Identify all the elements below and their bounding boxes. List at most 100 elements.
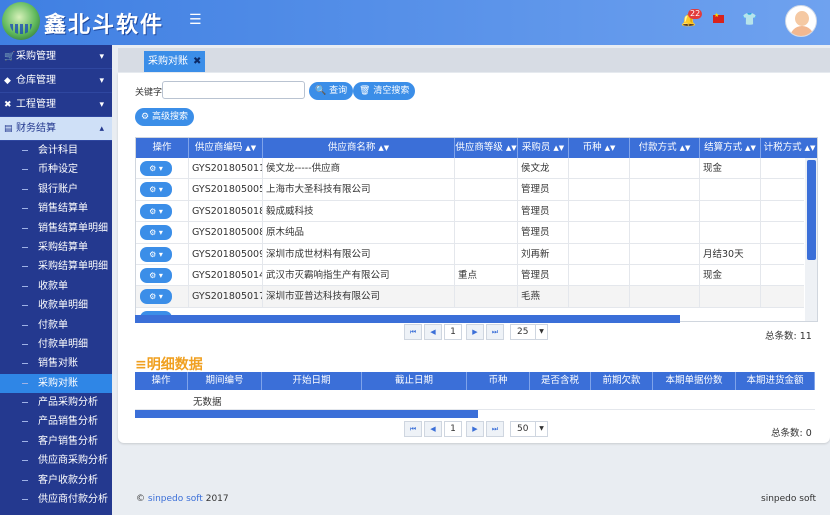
cell-buyer: 管理员 (518, 222, 569, 244)
col-header[interactable]: 付款方式 ▲▼ (630, 138, 700, 158)
cell-name: 上海市大圣科技有限公司 (263, 179, 455, 201)
prev-page-button[interactable]: ◀ (424, 421, 442, 437)
table-header: 操作 供应商编码 ▲▼ 供应商名称 ▲▼ 供应商等级 ▲▼ 采购员 ▲▼ 币种 ▲▼ 付款… (136, 138, 817, 158)
sidebar-item[interactable]: 会计科目 (0, 141, 112, 160)
cell-buyer: 刘再新 (518, 243, 569, 265)
cell-currency (569, 179, 630, 201)
cell-level (455, 200, 518, 222)
prev-page-button[interactable]: ◀ (424, 324, 442, 340)
sidebar-item[interactable]: 销售结算单 (0, 199, 112, 218)
detail-horizontal-scrollbar[interactable] (135, 410, 478, 418)
last-page-button[interactable]: ⏭ (486, 324, 504, 340)
sidebar-item[interactable]: 供应商付款分析 (0, 490, 112, 509)
col-header[interactable]: 采购员 ▲▼ (518, 138, 569, 158)
sidebar-item[interactable]: 收款单明细 (0, 296, 112, 315)
sort-icon: ▲▼ (378, 144, 390, 152)
col-header[interactable]: 供应商名称 ▲▼ (263, 138, 455, 158)
col-header: 期间编号 (188, 372, 262, 390)
trash-icon: 🗑 (359, 86, 371, 96)
cell-settlement: 月结30天 (700, 243, 761, 265)
sidebar-item[interactable]: 销售对账 (0, 354, 112, 373)
row-action-gear-button[interactable]: ⚙ ▾ (140, 225, 172, 241)
table-row[interactable]: ⚙ ▾ GYS201805005 上海市大圣科技有限公司 管理员 (136, 179, 804, 201)
chevron-down-icon: ▼ (535, 325, 547, 339)
col-header[interactable]: 结算方式 ▲▼ (700, 138, 761, 158)
vertical-scrollbar[interactable] (805, 158, 817, 321)
cell-buyer: 侯文龙 (518, 158, 569, 179)
row-action-gear-button[interactable]: ⚙ ▾ (140, 203, 172, 219)
next-page-button[interactable]: ▶ (466, 421, 484, 437)
sidebar-item[interactable]: 供应商采购分析 (0, 451, 112, 470)
page-size-select[interactable]: 50 ▼ (510, 421, 548, 437)
company-link[interactable]: sinpedo soft (148, 494, 203, 504)
sidebar-section-warehouse[interactable]: ◆ 仓库管理 ▾ (0, 69, 112, 93)
cell-code: GYS201805017 (189, 286, 263, 308)
wrench-icon: ✖ (4, 100, 12, 110)
keyword-input[interactable] (162, 81, 305, 99)
current-page[interactable]: 1 (444, 324, 462, 340)
sort-icon: ▲▼ (804, 144, 816, 152)
current-page[interactable]: 1 (444, 421, 462, 437)
col-header[interactable]: 币种 ▲▼ (569, 138, 630, 158)
table-row[interactable]: ⚙ ▾ GYS201805008 原木纯品 管理员 (136, 222, 804, 244)
sidebar-section-finance[interactable]: ▤ 财务结算 ▴ (0, 117, 112, 141)
menu-icon[interactable]: ☰ (189, 13, 205, 27)
empty-row: 无数据 (135, 390, 815, 410)
last-page-button[interactable]: ⏭ (486, 421, 504, 437)
sort-icon: ▲▼ (553, 144, 565, 152)
brand-title: 鑫北斗软件 (44, 13, 165, 38)
shirt-icon[interactable]: 👕 (742, 12, 757, 26)
sidebar-item[interactable]: 销售结算单明细 (0, 219, 112, 238)
table-row[interactable]: ⚙ ▾ GYS201805014 武汉市灭霸响指生产有限公司 重点 管理员 现金 (136, 265, 804, 287)
page-size-select[interactable]: 25 ▼ (510, 324, 548, 340)
sidebar-item-active[interactable]: 采购对账 (0, 373, 112, 394)
user-avatar[interactable] (785, 5, 817, 37)
sidebar-item[interactable]: 客户收款分析 (0, 471, 112, 490)
sidebar-item[interactable]: 采购结算单 (0, 238, 112, 257)
sidebar-item[interactable]: 产品销售分析 (0, 412, 112, 431)
table-row[interactable]: ⚙ ▾ GYS201805018 毅成威科技 管理员 (136, 200, 804, 223)
sidebar-item[interactable]: 采购结算单明细 (0, 257, 112, 276)
close-icon[interactable]: ✖ (193, 56, 201, 67)
table-row[interactable]: ⚙ ▾ GYS201805009 深圳市成世材料有限公司 刘再新 月结30天 (136, 243, 804, 265)
row-action-gear-button[interactable]: ⚙ ▾ (140, 246, 172, 262)
empty-text: 无数据 (193, 397, 222, 408)
col-header[interactable]: 供应商等级 ▲▼ (455, 138, 518, 158)
table-row[interactable]: ⚙ ▾ GYS201805011 侯文龙-----供应商 侯文龙 现金 (136, 158, 804, 180)
scrollbar-thumb[interactable] (807, 160, 816, 260)
col-header[interactable]: 供应商编码 ▲▼ (189, 138, 263, 158)
sidebar-item[interactable]: 产品采购分析 (0, 393, 112, 412)
cell-level: 重点 (455, 265, 518, 286)
row-action-gear-button[interactable]: ⚙ ▾ (140, 182, 172, 198)
clear-search-button[interactable]: 🗑 清空搜索 (353, 82, 416, 100)
row-action-gear-button[interactable]: ⚙ ▾ (140, 268, 172, 283)
sidebar-item[interactable]: 收款单 (0, 277, 112, 296)
table-row[interactable]: ⚙ ▾ GYS201805017 深圳市亚普达科技有限公司 毛燕 (136, 286, 804, 308)
sidebar-section-purchase[interactable]: 🛒采购管理 ▾ (0, 45, 112, 69)
sidebar-section-engineering[interactable]: ✖ 工程管理 ▾ (0, 93, 112, 117)
next-page-button[interactable]: ▶ (466, 324, 484, 340)
first-page-button[interactable]: ⏮ (404, 324, 422, 340)
col-header: 是否含税 (530, 372, 591, 390)
row-action-gear-button[interactable]: ⚙ ▾ (140, 161, 172, 176)
sidebar-item[interactable]: 币种设定 (0, 160, 112, 179)
chevron-down-icon: ▾ (99, 52, 104, 62)
horizontal-scrollbar[interactable] (135, 315, 680, 323)
chevron-up-icon: ▴ (99, 124, 104, 134)
list-icon: ≡ (135, 357, 147, 373)
sidebar-item[interactable]: 客户销售分析 (0, 432, 112, 451)
op-cell: ⚙ ▾ (136, 265, 189, 286)
tab-purchase-reconciliation[interactable]: 采购对账 ✖ (144, 51, 206, 72)
row-action-gear-button[interactable]: ⚙ ▾ (140, 289, 172, 305)
sidebar-item[interactable]: 银行账户 (0, 180, 112, 199)
advanced-search-button[interactable]: ⚙ 高级搜索 (135, 108, 194, 126)
sidebar-item[interactable]: 付款单明细 (0, 335, 112, 354)
notification-badge: 22 (688, 9, 703, 19)
first-page-button[interactable]: ⏮ (404, 421, 422, 437)
col-header[interactable]: 计税方式 ▲▼ (761, 138, 817, 158)
sidebar-item[interactable]: 付款单 (0, 316, 112, 335)
cell-buyer: 毛燕 (518, 286, 569, 308)
china-flag-icon[interactable] (713, 12, 724, 23)
cell-name: 毅成威科技 (263, 200, 455, 222)
query-button[interactable]: 🔍 查询 (309, 82, 354, 100)
